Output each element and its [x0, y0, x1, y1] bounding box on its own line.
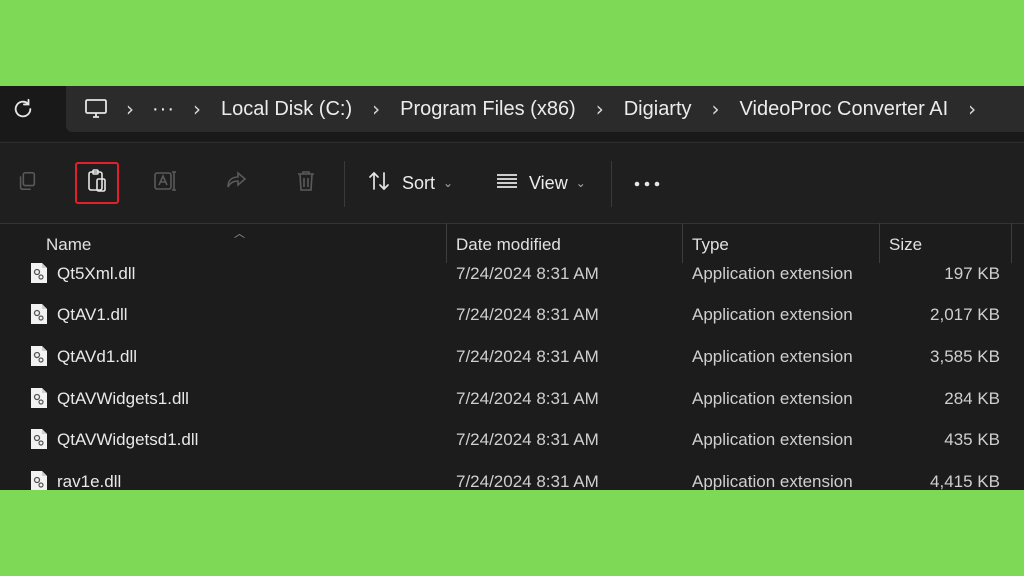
file-date: 7/24/2024 8:31 AM	[456, 305, 599, 324]
breadcrumb-item-videoproc[interactable]: VideoProc Converter AI	[728, 98, 961, 121]
column-date-modified[interactable]: Date modified	[456, 235, 561, 255]
file-size: 197 KB	[944, 264, 1000, 283]
file-name: rav1e.dll	[57, 472, 122, 490]
more-icon	[634, 174, 660, 192]
breadcrumb-item-digiarty[interactable]: Digiarty	[612, 98, 704, 121]
table-row[interactable]: QtAVd1.dll 7/24/2024 8:31 AM Application…	[0, 339, 1024, 380]
file-size: 284 KB	[944, 389, 1000, 408]
view-icon	[495, 171, 519, 196]
breadcrumb-overflow[interactable]: ···	[142, 98, 185, 121]
dll-file-icon	[30, 387, 48, 409]
chevron-right-icon[interactable]: ›	[704, 97, 728, 121]
paste-icon	[85, 168, 109, 199]
dll-file-icon	[30, 262, 48, 284]
sort-label: Sort	[402, 172, 436, 193]
share-button[interactable]	[215, 163, 257, 203]
rename-button[interactable]	[145, 163, 187, 203]
dll-file-icon	[30, 303, 48, 325]
sort-button[interactable]: Sort ⌄	[368, 163, 453, 203]
trash-icon	[295, 169, 317, 198]
monitor-icon[interactable]	[66, 98, 118, 120]
file-size: 2,017 KB	[930, 305, 1000, 324]
file-size: 4,415 KB	[930, 472, 1000, 490]
view-button[interactable]: View ⌄	[495, 163, 586, 203]
dll-file-icon	[30, 428, 48, 450]
breadcrumb-item-program-files[interactable]: Program Files (x86)	[388, 98, 588, 121]
file-type: Application extension	[692, 430, 853, 449]
paste-button[interactable]	[75, 162, 119, 204]
toolbar-divider	[611, 161, 612, 207]
copy-icon	[16, 170, 38, 197]
chevron-right-icon[interactable]: ›	[960, 97, 984, 121]
file-size: 435 KB	[944, 430, 1000, 449]
file-size: 3,585 KB	[930, 347, 1000, 366]
file-type: Application extension	[692, 472, 853, 490]
share-icon	[224, 170, 248, 197]
table-row[interactable]: QtAV1.dll 7/24/2024 8:31 AM Application …	[0, 297, 1024, 338]
table-row[interactable]: rav1e.dll 7/24/2024 8:31 AM Application …	[0, 464, 1024, 490]
sort-icon	[368, 170, 392, 197]
chevron-right-icon: ›	[192, 97, 201, 121]
chevron-right-icon[interactable]: ›	[118, 97, 142, 121]
chevron-down-icon: ⌄	[443, 176, 454, 190]
more-button[interactable]	[626, 163, 668, 203]
delete-button[interactable]	[285, 163, 327, 203]
rename-icon	[153, 170, 179, 197]
column-name[interactable]: Name	[46, 235, 91, 255]
table-row[interactable]: Qt5Xml.dll 7/24/2024 8:31 AM Application…	[0, 256, 1024, 297]
file-date: 7/24/2024 8:31 AM	[456, 472, 599, 490]
toolbar-divider	[344, 161, 345, 207]
table-row[interactable]: QtAVWidgets1.dll 7/24/2024 8:31 AM Appli…	[0, 381, 1024, 422]
table-row[interactable]: QtAVWidgetsd1.dll 7/24/2024 8:31 AM Appl…	[0, 422, 1024, 463]
file-explorer-window: › ··· › Local Disk (C:) › Program Files …	[0, 86, 1024, 490]
file-date: 7/24/2024 8:31 AM	[456, 264, 599, 283]
file-date: 7/24/2024 8:31 AM	[456, 430, 599, 449]
file-name: Qt5Xml.dll	[57, 264, 136, 283]
copy-button[interactable]	[6, 163, 48, 203]
command-bar: Sort ⌄ View ⌄	[0, 142, 1024, 224]
file-date: 7/24/2024 8:31 AM	[456, 389, 599, 408]
column-size[interactable]: Size	[889, 235, 922, 255]
chevron-down-icon: ⌄	[575, 176, 586, 190]
file-type: Application extension	[692, 347, 853, 366]
view-label: View	[529, 172, 568, 193]
dll-file-icon	[30, 345, 48, 367]
file-name: QtAVd1.dll	[57, 347, 138, 366]
chevron-right-icon[interactable]: ›	[588, 97, 612, 121]
file-name: QtAV1.dll	[57, 305, 128, 324]
breadcrumb[interactable]: › ··· › Local Disk (C:) › Program Files …	[66, 86, 1024, 132]
dll-file-icon	[30, 470, 48, 490]
chevron-right-icon[interactable]: ›	[364, 97, 388, 121]
column-type[interactable]: Type	[692, 235, 729, 255]
file-type: Application extension	[692, 389, 853, 408]
refresh-icon[interactable]	[10, 96, 36, 122]
file-date: 7/24/2024 8:31 AM	[456, 347, 599, 366]
file-type: Application extension	[692, 264, 853, 283]
file-name: QtAVWidgets1.dll	[57, 389, 189, 408]
breadcrumb-item-local-disk[interactable]: Local Disk (C:)	[209, 98, 364, 121]
file-type: Application extension	[692, 305, 853, 324]
file-name: QtAVWidgetsd1.dll	[57, 430, 199, 449]
address-bar-area: › ··· › Local Disk (C:) › Program Files …	[0, 86, 1024, 141]
sort-ascending-icon: ︿	[234, 227, 245, 240]
